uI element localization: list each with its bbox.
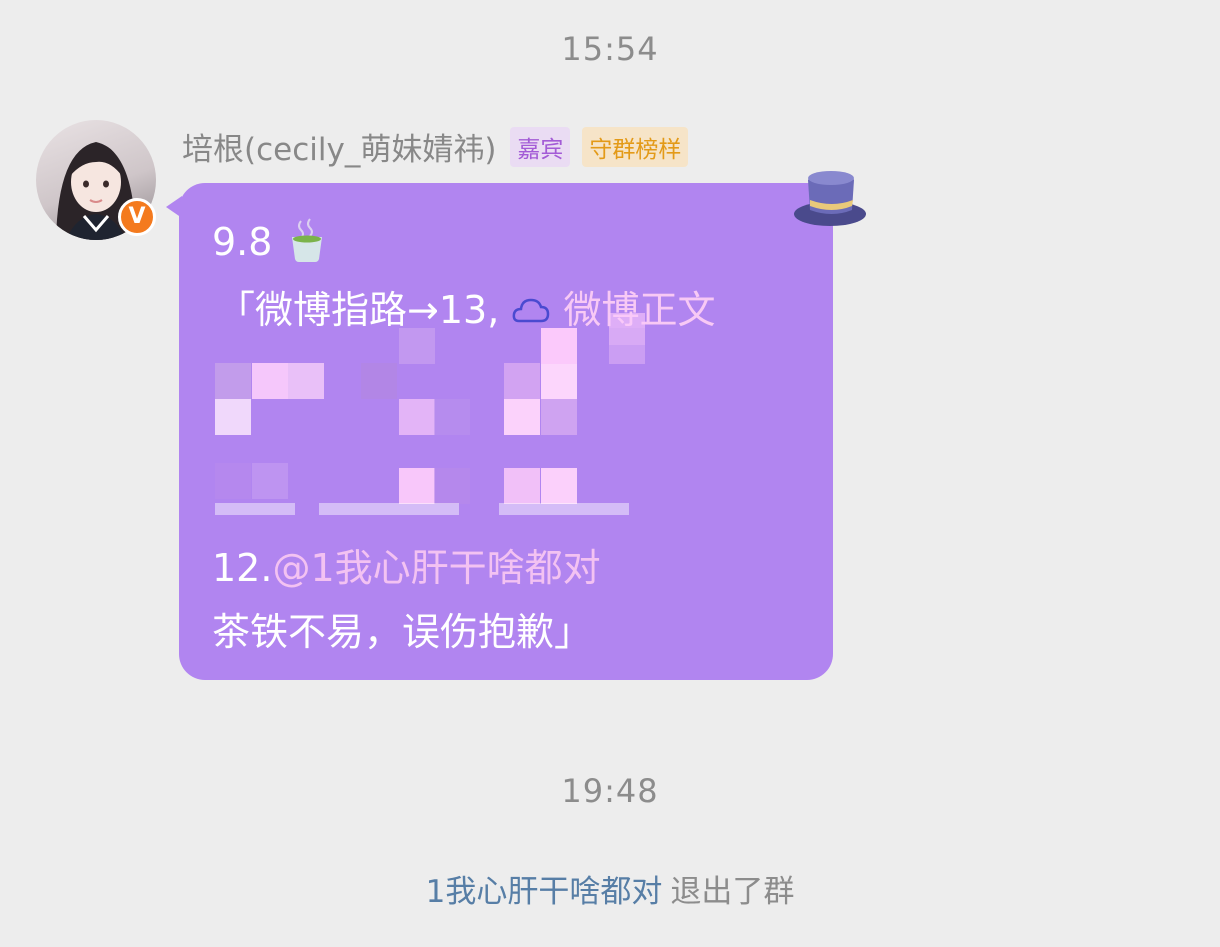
message-line-4: 茶铁不易，误伤抱歉」 [212,601,592,656]
system-event-text: 退出了群 [670,874,795,910]
message-bubble[interactable]: 9.8 「微博指路→13, 微博正文 12.@1我心肝干啥都对 茶铁不易，误伤抱… [179,183,833,680]
message-apology: 茶铁不易，误伤抱歉」 [212,610,593,654]
system-event-user[interactable]: 1我心肝干啥都对 [426,874,663,910]
message-line-1: 9.8 [212,217,327,264]
tea-cup-icon [291,218,322,262]
role-model-tag: 守群榜样 [582,126,689,167]
sender-header: 培根(cecily_萌妹婧祎) 嘉宾 守群榜样 [182,124,689,169]
verified-badge-icon: V [118,198,156,236]
guest-tag: 嘉宾 [510,126,571,167]
message-date: 9.8 [212,220,273,264]
timestamp: 15:54 [561,30,659,68]
system-event: 1我心肝干啥都对 退出了群 [0,866,1220,911]
message-line-3: 12.@1我心肝干啥都对 [212,537,601,592]
message-number: 12. [212,546,273,590]
top-hat-icon [794,171,866,226]
sender-name[interactable]: 培根(cecily_萌妹婧祎) [182,124,496,169]
user-mention-link[interactable]: @1我心肝干啥都对 [272,546,600,590]
timestamp: 19:48 [561,772,659,810]
